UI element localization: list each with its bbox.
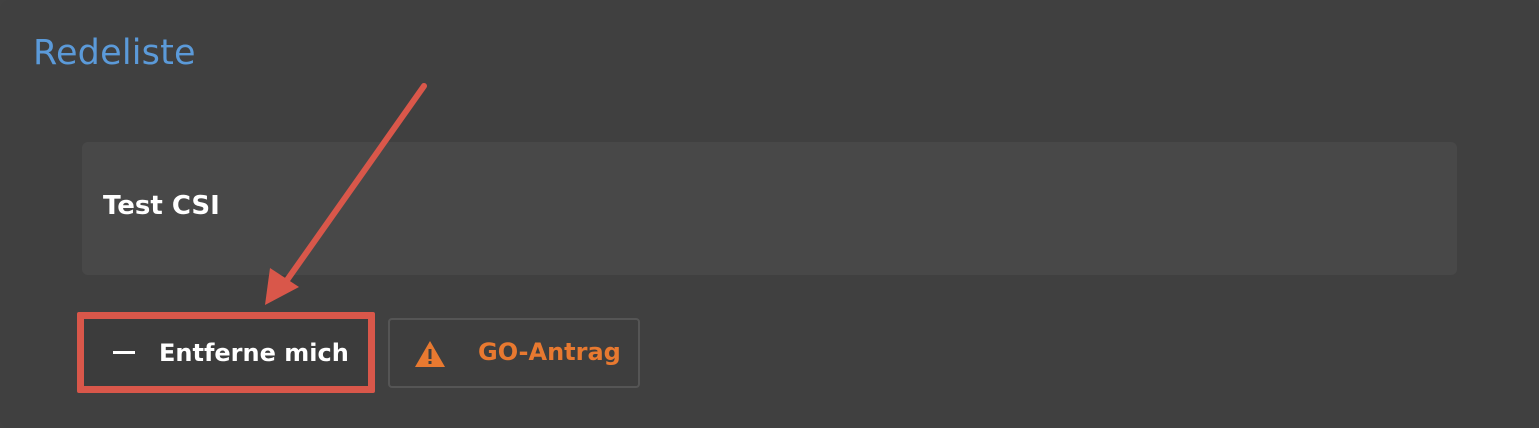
remove-me-label: Entferne mich bbox=[159, 339, 349, 367]
section-title: Redeliste bbox=[33, 33, 196, 73]
speaker-list-item: Test CSI bbox=[82, 142, 1457, 275]
go-motion-button[interactable]: GO-Antrag bbox=[388, 318, 640, 388]
warning-icon bbox=[415, 341, 445, 367]
speaker-name: Test CSI bbox=[103, 191, 220, 221]
speaker-list-panel: Redeliste Test CSI Entferne mich GO-Antr… bbox=[0, 0, 1539, 428]
minus-icon bbox=[113, 351, 135, 354]
go-motion-label: GO-Antrag bbox=[478, 338, 621, 366]
remove-me-button[interactable]: Entferne mich bbox=[77, 312, 375, 393]
